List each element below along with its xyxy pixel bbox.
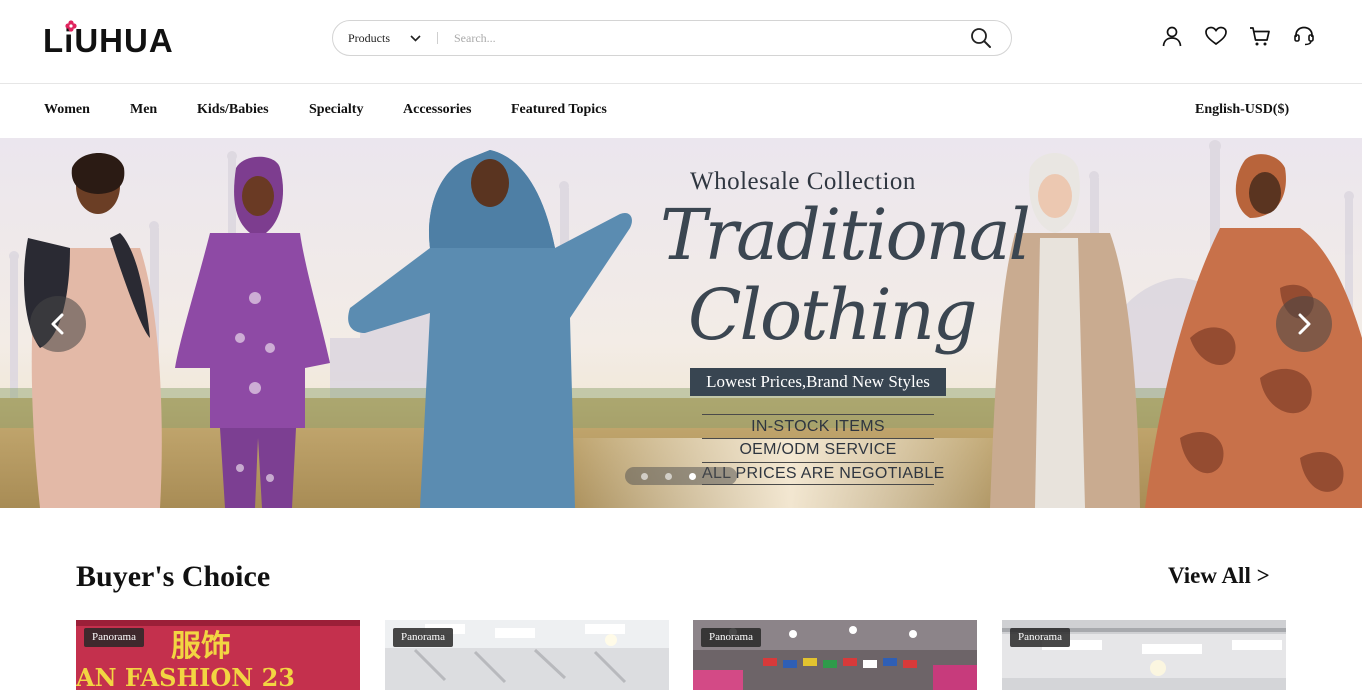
nav-item-specialty[interactable]: Specialty: [309, 102, 363, 118]
search-icon: [971, 28, 991, 48]
banner-pagination: [625, 467, 737, 485]
section-title: Buyer's Choice: [76, 560, 271, 593]
card-sign-text: 服饰: [171, 629, 231, 664]
nav-item-kids-babies[interactable]: Kids/Babies: [197, 102, 269, 118]
cart-icon[interactable]: [1248, 24, 1272, 48]
card-badge: Panorama: [1010, 628, 1070, 647]
card-badge: Panorama: [84, 628, 144, 647]
search-button[interactable]: [951, 21, 1011, 55]
card-badge: Panorama: [701, 628, 761, 647]
search-category-select[interactable]: Products: [333, 31, 437, 46]
nav-item-featured-topics[interactable]: Featured Topics: [511, 102, 607, 118]
banner-tagline: Lowest Prices,Brand New Styles: [690, 368, 946, 396]
banner-feature-2: OEM/ODM SERVICE: [739, 441, 897, 458]
nav-item-men[interactable]: Men: [130, 102, 157, 118]
showroom-card[interactable]: 服饰 AN FASHION 23 Panorama: [76, 620, 360, 690]
banner-dot-1[interactable]: [641, 472, 648, 480]
search-bar: Products: [332, 20, 1012, 56]
chevron-left-icon: [51, 313, 64, 335]
main-nav: Women Men Kids/Babies Specialty Accessor…: [0, 84, 1362, 138]
banner-feature-1: IN-STOCK ITEMS: [751, 418, 885, 435]
logo[interactable]: LiUHUA: [43, 20, 174, 60]
language-currency-selector[interactable]: English-USD($): [1195, 102, 1289, 118]
site-header: LiUHUA Products: [0, 0, 1362, 84]
banner-title-line1: Traditional: [660, 194, 1031, 276]
logo-text: LiUHUA: [43, 21, 174, 59]
showroom-card[interactable]: Panorama: [385, 620, 669, 690]
account-icon[interactable]: [1160, 24, 1184, 48]
support-icon[interactable]: [1292, 24, 1316, 48]
flower-icon: [65, 20, 77, 32]
card-sign-text-2: AN FASHION 23: [76, 663, 295, 690]
banner-dot-3[interactable]: [689, 472, 696, 480]
banner-overline: Wholesale Collection: [690, 168, 916, 195]
banner-dot-2[interactable]: [665, 472, 672, 480]
banner-divider: [702, 462, 934, 463]
banner-title-line2: Clothing: [688, 274, 978, 356]
search-divider: [437, 32, 438, 44]
wishlist-icon[interactable]: [1204, 24, 1228, 48]
view-all-link[interactable]: View All >: [1168, 563, 1270, 589]
header-icons: [1160, 24, 1316, 48]
showroom-card[interactable]: Panorama: [1002, 620, 1286, 690]
showroom-card[interactable]: Panorama: [693, 620, 977, 690]
card-badge: Panorama: [393, 628, 453, 647]
banner-next-button[interactable]: [1276, 296, 1332, 352]
banner-divider: [702, 414, 934, 415]
chevron-down-icon: [410, 34, 421, 42]
nav-item-accessories[interactable]: Accessories: [403, 102, 471, 118]
banner-divider: [702, 484, 934, 485]
hero-banner[interactable]: Wholesale Collection Traditional Clothin…: [0, 138, 1362, 508]
chevron-right-icon: [1298, 313, 1311, 335]
nav-item-women[interactable]: Women: [44, 102, 90, 118]
banner-prev-button[interactable]: [30, 296, 86, 352]
search-category-label: Products: [348, 30, 390, 45]
banner-divider: [702, 438, 934, 439]
search-input[interactable]: [454, 23, 951, 53]
